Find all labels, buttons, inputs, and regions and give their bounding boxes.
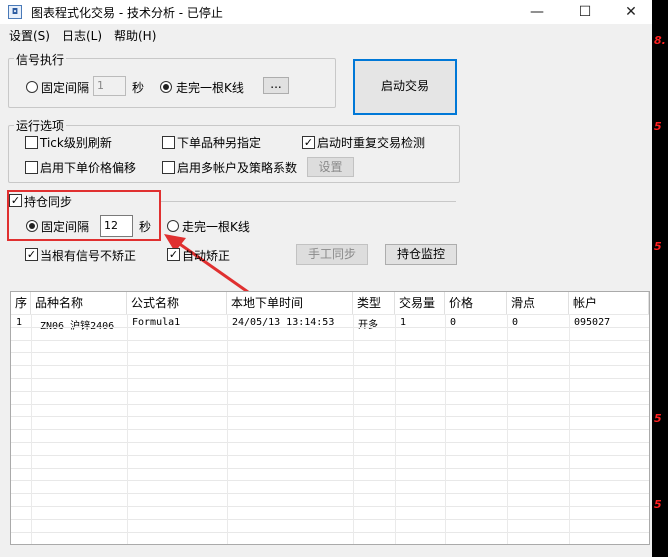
- col-header-volume[interactable]: 交易量: [395, 292, 445, 314]
- signal-more-button[interactable]: ...: [263, 77, 289, 94]
- auto-correct-label: 自动矫正: [182, 249, 231, 263]
- no-correct-checkbox[interactable]: ✓: [25, 248, 38, 261]
- grid-line: [11, 467, 649, 469]
- maximize-button[interactable]: ☐: [562, 0, 608, 24]
- cell-variety: ZN06 沪锌2406: [40, 321, 115, 332]
- grid-line: [11, 378, 649, 379]
- strip-text-1: 8.: [654, 34, 666, 47]
- cell-type: 开多: [358, 320, 378, 331]
- start-trading-button[interactable]: 启动交易: [353, 59, 457, 115]
- order-table: 序 品种名称 公式名称 本地下单时间 类型 交易量 价格 滑点 帐户 1 ZN0…: [10, 291, 650, 545]
- col-header-time[interactable]: 本地下单时间: [227, 292, 353, 314]
- menu-settings[interactable]: 设置(S): [9, 27, 50, 44]
- strip-text-3: 5: [654, 240, 662, 253]
- grid-column-line: [227, 314, 228, 544]
- tick-refresh-label: Tick级别刷新: [40, 136, 112, 150]
- grid-line: [11, 454, 649, 456]
- signal-group-label: 信号执行: [14, 51, 67, 68]
- strip-text-4: 5: [654, 412, 662, 425]
- minimize-button[interactable]: —: [514, 0, 560, 24]
- multi-account-label: 启用多帐户及策略系数: [177, 161, 298, 175]
- strip-text-2: 5: [654, 120, 662, 133]
- signal-fixed-radio[interactable]: [26, 81, 38, 93]
- grid-column-line: [395, 314, 396, 544]
- background-chart-strip: 8. 5 5 5 5: [652, 0, 668, 557]
- grid-line: [11, 531, 649, 533]
- options-settings-button[interactable]: 设置: [307, 157, 354, 177]
- grid-column-line: [507, 314, 508, 544]
- options-group-label: 运行选项: [14, 117, 67, 134]
- grid-column-line: [445, 314, 446, 544]
- position-monitor-button[interactable]: 持仓监控: [385, 244, 457, 265]
- grid-column-line: [569, 314, 570, 544]
- grid-line: [11, 339, 649, 341]
- grid-line: [11, 506, 649, 507]
- col-header-variety[interactable]: 品种名称: [31, 292, 127, 314]
- grid-column-line: [353, 314, 354, 544]
- grid-line: [11, 493, 649, 495]
- restart-check-label: 启动时重复交易检测: [317, 136, 426, 150]
- signal-fixed-label: 固定间隔: [41, 81, 90, 95]
- grid-line: [11, 314, 649, 315]
- signal-interval-input[interactable]: 1: [93, 76, 126, 96]
- manual-sync-button[interactable]: 手工同步: [296, 244, 368, 265]
- app-icon: ◘: [8, 5, 22, 19]
- grid-line: [11, 352, 649, 354]
- price-offset-checkbox[interactable]: [25, 161, 38, 174]
- close-button[interactable]: ✕: [608, 0, 654, 24]
- restart-check-checkbox[interactable]: ✓: [302, 136, 315, 149]
- grid-line: [11, 403, 649, 405]
- auto-correct-checkbox[interactable]: ✓: [167, 248, 180, 261]
- grid-line: [11, 429, 649, 431]
- window-title: 图表程式化交易 - 技术分析 - 已停止: [31, 6, 223, 20]
- col-header-seq[interactable]: 序: [11, 292, 31, 314]
- menu-log[interactable]: 日志(L): [62, 27, 102, 44]
- signal-unit: 秒: [132, 81, 145, 95]
- sync-divider: [160, 201, 456, 202]
- grid-line: [11, 365, 649, 367]
- col-header-price[interactable]: 价格: [445, 292, 507, 314]
- title-bar: ◘ 图表程式化交易 - 技术分析 - 已停止 — ☐ ✕: [0, 0, 652, 24]
- grid-line: [11, 480, 649, 482]
- grid-line: [11, 518, 649, 520]
- signal-kline-label: 走完一根K线: [176, 81, 244, 95]
- other-variety-checkbox[interactable]: [162, 136, 175, 149]
- signal-kline-radio[interactable]: [160, 81, 172, 93]
- highlight-arrow-icon: [164, 234, 249, 294]
- grid-line: [11, 416, 649, 418]
- multi-account-checkbox[interactable]: [162, 161, 175, 174]
- highlight-box: [7, 190, 161, 241]
- other-variety-label: 下单品种另指定: [177, 136, 262, 150]
- grid-line: [11, 442, 649, 443]
- menu-help[interactable]: 帮助(H): [114, 27, 156, 44]
- col-header-type[interactable]: 类型: [353, 292, 395, 314]
- col-header-slippage[interactable]: 滑点: [507, 292, 569, 314]
- col-header-account[interactable]: 帐户: [569, 292, 649, 314]
- price-offset-label: 启用下单价格偏移: [40, 161, 137, 175]
- tick-refresh-checkbox[interactable]: [25, 136, 38, 149]
- grid-line: [11, 390, 649, 392]
- strip-text-5: 5: [654, 498, 662, 511]
- grid-column-line: [31, 314, 32, 544]
- grid-line: [11, 326, 649, 328]
- grid-column-line: [127, 314, 128, 544]
- no-correct-label: 当根有信号不矫正: [40, 249, 137, 263]
- menu-bar: 设置(S) 日志(L) 帮助(H): [0, 24, 652, 46]
- col-header-formula[interactable]: 公式名称: [127, 292, 227, 314]
